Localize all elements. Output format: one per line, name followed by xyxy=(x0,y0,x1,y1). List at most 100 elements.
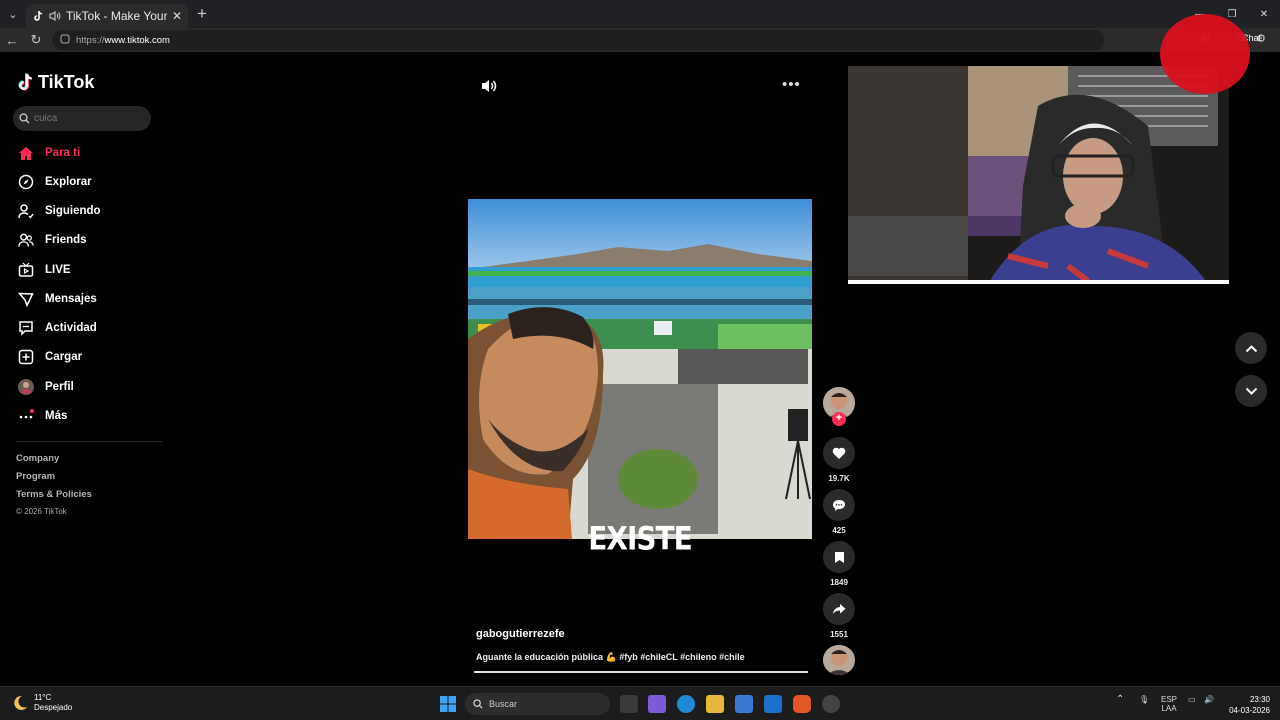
sidebar-divider xyxy=(16,441,162,442)
nav-label: Siguiendo xyxy=(45,205,101,217)
upload-icon xyxy=(18,349,34,365)
tray-chevron-icon[interactable]: ⌃ xyxy=(1116,695,1124,705)
copilot-icon[interactable] xyxy=(648,695,666,713)
video-progress-bar[interactable] xyxy=(474,671,808,673)
nav-label: Perfil xyxy=(45,381,74,393)
edge-browser-icon[interactable] xyxy=(677,695,695,713)
next-video-button[interactable] xyxy=(1235,375,1267,407)
reload-icon[interactable]: ↻ xyxy=(24,32,48,48)
clock[interactable]: 23:30 04-03-2026 xyxy=(1226,694,1270,716)
logo-text: TikTok xyxy=(38,72,95,92)
previous-video-button[interactable] xyxy=(1235,332,1267,364)
like-count: 19.7K xyxy=(828,474,850,483)
nav-label: Cargar xyxy=(45,351,83,363)
store-icon[interactable] xyxy=(735,695,753,713)
video-frame-image xyxy=(468,199,812,539)
nav-live[interactable]: LIVE xyxy=(18,259,71,281)
copyright: © 2026 TikTok xyxy=(16,507,67,516)
nav-mensajes[interactable]: Mensajes xyxy=(18,288,97,310)
like-button[interactable] xyxy=(823,437,855,469)
weather-widget[interactable]: 11°C Despejado xyxy=(12,693,72,713)
live-icon xyxy=(18,262,34,278)
video-progress-fill xyxy=(474,671,808,673)
sound-avatar[interactable] xyxy=(823,645,855,675)
volume-tray-icon[interactable]: 🔊 xyxy=(1204,695,1214,704)
nav-para-ti[interactable]: Para ti xyxy=(18,142,80,164)
bookmark-icon xyxy=(834,551,844,563)
tiktok-logo-icon xyxy=(18,73,32,91)
file-explorer-icon[interactable] xyxy=(706,695,724,713)
footer-link-program[interactable]: Program xyxy=(16,471,55,482)
footer-link-company[interactable]: Company xyxy=(16,453,59,464)
share-button[interactable] xyxy=(823,593,855,625)
more-icon xyxy=(18,408,34,424)
nav-label: Explorar xyxy=(45,176,92,188)
search-icon xyxy=(473,699,483,709)
nav-friends[interactable]: Friends xyxy=(18,229,87,251)
weather-condition: Despejado xyxy=(34,703,73,712)
search-input[interactable] xyxy=(34,113,134,124)
friends-icon xyxy=(18,232,34,248)
nav-label: Mensajes xyxy=(45,293,97,305)
nav-cargar[interactable]: Cargar xyxy=(18,346,82,368)
chevron-up-icon xyxy=(1245,344,1257,352)
mail-icon[interactable] xyxy=(764,695,782,713)
url-field[interactable]: https:// www.tiktok.com xyxy=(52,30,1104,50)
language-indicator[interactable]: ESP LAA xyxy=(1161,695,1177,713)
task-view-icon[interactable] xyxy=(620,695,638,713)
browser-tab[interactable]: TikTok - Make Your Day ✕ xyxy=(26,4,188,28)
temperature: 11°C xyxy=(34,693,52,702)
video-player[interactable] xyxy=(468,199,812,539)
tiktok-logo[interactable]: TikTok xyxy=(18,72,94,93)
tab-title: TikTok - Make Your Day xyxy=(66,9,167,23)
save-count: 1849 xyxy=(830,578,848,587)
obs-icon[interactable] xyxy=(822,695,840,713)
taskbar-search-label: Buscar xyxy=(489,699,518,709)
network-icon[interactable]: ▭ xyxy=(1188,695,1196,704)
video-author[interactable]: gabogutierrezefe xyxy=(476,628,565,640)
browser-tab-bar: ⌄ TikTok - Make Your Day ✕ + — ❐ ✕ xyxy=(0,0,1280,28)
new-tab-icon[interactable]: + xyxy=(188,4,216,24)
tab-list-chevron-icon[interactable]: ⌄ xyxy=(0,0,26,28)
language-top: ESP xyxy=(1161,695,1178,704)
address-bar-row: ← ↻ https:// www.tiktok.com ⊞ ☆ ⟳ ⚙ Chat xyxy=(0,28,1280,52)
nav-label: Friends xyxy=(45,234,87,246)
stream-logo-overlay xyxy=(1160,14,1250,94)
follow-button[interactable]: + xyxy=(832,412,846,426)
nav-explorar[interactable]: Explorar xyxy=(18,171,92,193)
nav-actividad[interactable]: Actividad xyxy=(18,317,97,339)
webcam-overlay-image xyxy=(848,66,1229,284)
back-icon[interactable]: ← xyxy=(0,33,24,48)
following-icon xyxy=(18,203,34,219)
microphone-icon[interactable]: 🎙 xyxy=(1139,695,1149,704)
volume-icon[interactable] xyxy=(480,78,498,99)
footer-link-terms[interactable]: Terms & Policies xyxy=(16,489,92,500)
messages-icon xyxy=(18,291,34,307)
nav-siguiendo[interactable]: Siguiendo xyxy=(18,200,101,222)
windows-start-icon[interactable] xyxy=(440,696,456,717)
video-overlay-text: EXISTE xyxy=(588,519,693,558)
site-info-icon[interactable] xyxy=(60,34,70,47)
moon-icon xyxy=(14,695,27,710)
share-count: 1551 xyxy=(830,630,848,639)
close-window-icon[interactable]: ✕ xyxy=(1248,0,1280,28)
nav-perfil[interactable]: Perfil xyxy=(18,376,74,398)
clock-time: 23:30 xyxy=(1249,695,1270,704)
nav-label: LIVE xyxy=(45,264,71,276)
search-box[interactable] xyxy=(13,106,151,131)
save-button[interactable] xyxy=(823,541,855,573)
speaker-icon[interactable] xyxy=(49,10,61,22)
language-bottom: LAA xyxy=(1161,704,1177,713)
comment-button[interactable] xyxy=(823,489,855,521)
more-options-icon[interactable]: ••• xyxy=(782,76,801,93)
nav-label: Actividad xyxy=(45,322,97,334)
close-tab-icon[interactable]: ✕ xyxy=(172,9,182,23)
clock-date: 04-03-2026 xyxy=(1229,706,1270,715)
taskbar-search[interactable]: Buscar xyxy=(465,693,610,715)
compass-icon xyxy=(18,174,34,190)
search-icon xyxy=(19,113,30,124)
heart-icon xyxy=(832,447,846,459)
nav-label: Para ti xyxy=(45,147,81,159)
nav-mas[interactable]: Más xyxy=(18,405,67,427)
app-icon[interactable] xyxy=(793,695,811,713)
